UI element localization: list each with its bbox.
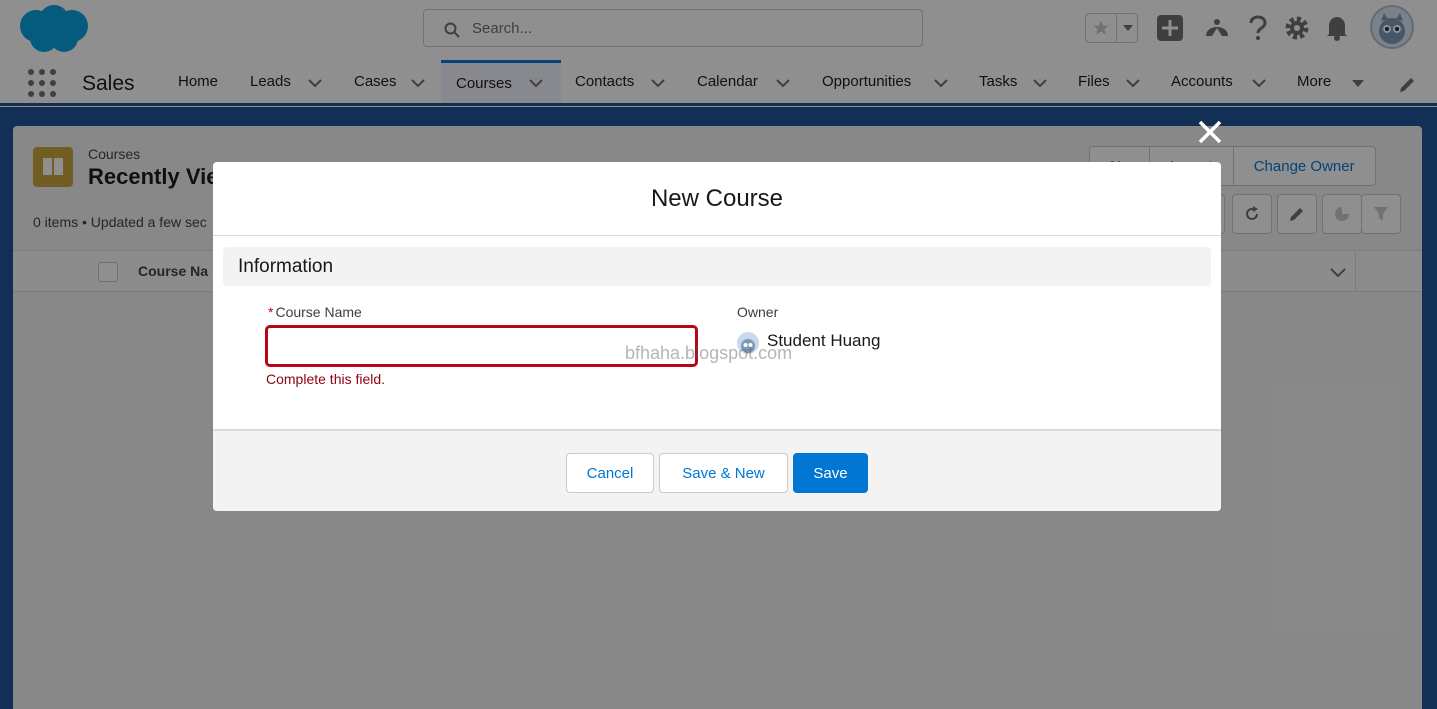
course-name-label-text: Course Name [275,304,362,320]
modal-footer: Cancel Save & New Save [213,429,1221,511]
required-marker: * [268,304,274,320]
save-and-new-button[interactable]: Save & New [659,453,788,493]
cancel-button[interactable]: Cancel [566,453,654,493]
field-error-message: Complete this field. [266,371,386,387]
section-header-information: Information [223,247,1211,286]
watermark: bfhaha.blogspot.com [625,343,793,363]
course-name-label: * Course Name [268,304,362,320]
owner-label: Owner [737,304,779,320]
section-title: Information [238,256,334,277]
modal-header: New Course [213,162,1221,236]
new-course-modal: New Course Information * Course Name Comp… [213,162,1221,511]
close-icon[interactable] [1196,118,1224,146]
modal-title: New Course [650,184,784,212]
save-button[interactable]: Save [793,453,868,493]
